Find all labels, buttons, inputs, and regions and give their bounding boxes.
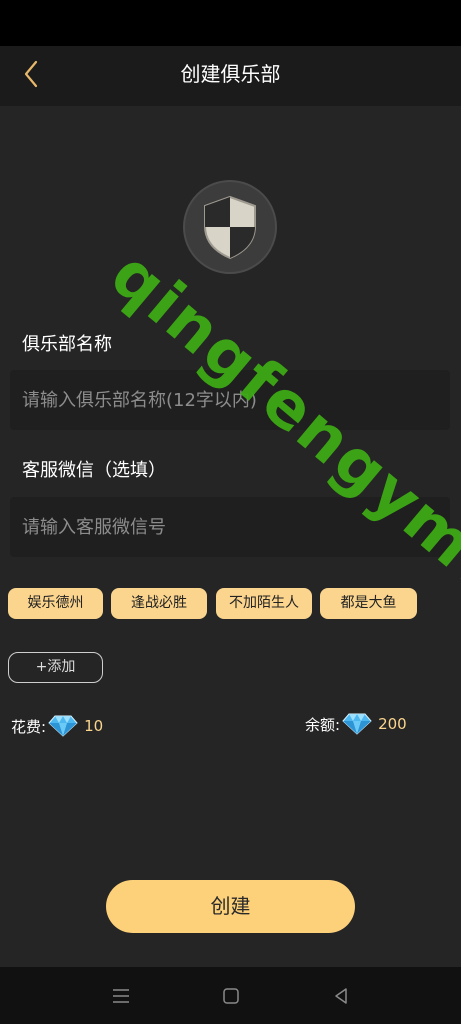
shield-icon [204,195,256,260]
system-nav-bar [0,967,461,1024]
club-name-input[interactable] [10,370,450,430]
tag-item[interactable]: 不加陌生人 [216,588,312,619]
back-triangle-icon[interactable] [330,985,352,1007]
diamond-icon [48,715,78,737]
home-icon[interactable] [220,985,242,1007]
add-tag-button[interactable]: +添加 [8,652,103,683]
cost-label: 花费: [11,717,47,736]
watermark: qingfengymw.com [96,237,461,737]
cost-row: 花费: 10 [11,712,103,740]
create-button[interactable]: 创建 [106,880,355,933]
balance-row: 余额: 200 [305,710,407,738]
wechat-label: 客服微信（选填） [22,460,166,481]
tag-item[interactable]: 逢战必胜 [111,588,207,619]
cost-value: 10 [84,717,104,735]
balance-value: 200 [378,715,407,733]
wechat-input[interactable] [10,497,450,557]
club-logo[interactable] [183,180,277,274]
tag-list: 娱乐德州 逢战必胜 不加陌生人 都是大鱼 [8,588,458,620]
balance-label: 余额: [305,715,341,734]
tag-item[interactable]: 娱乐德州 [8,588,103,619]
diamond-icon [342,713,372,735]
club-name-label: 俱乐部名称 [22,334,112,355]
page-title: 创建俱乐部 [180,62,281,86]
status-bar [0,0,461,46]
menu-icon[interactable] [110,985,132,1007]
header: 创建俱乐部 [0,46,461,106]
tag-item[interactable]: 都是大鱼 [320,588,417,619]
